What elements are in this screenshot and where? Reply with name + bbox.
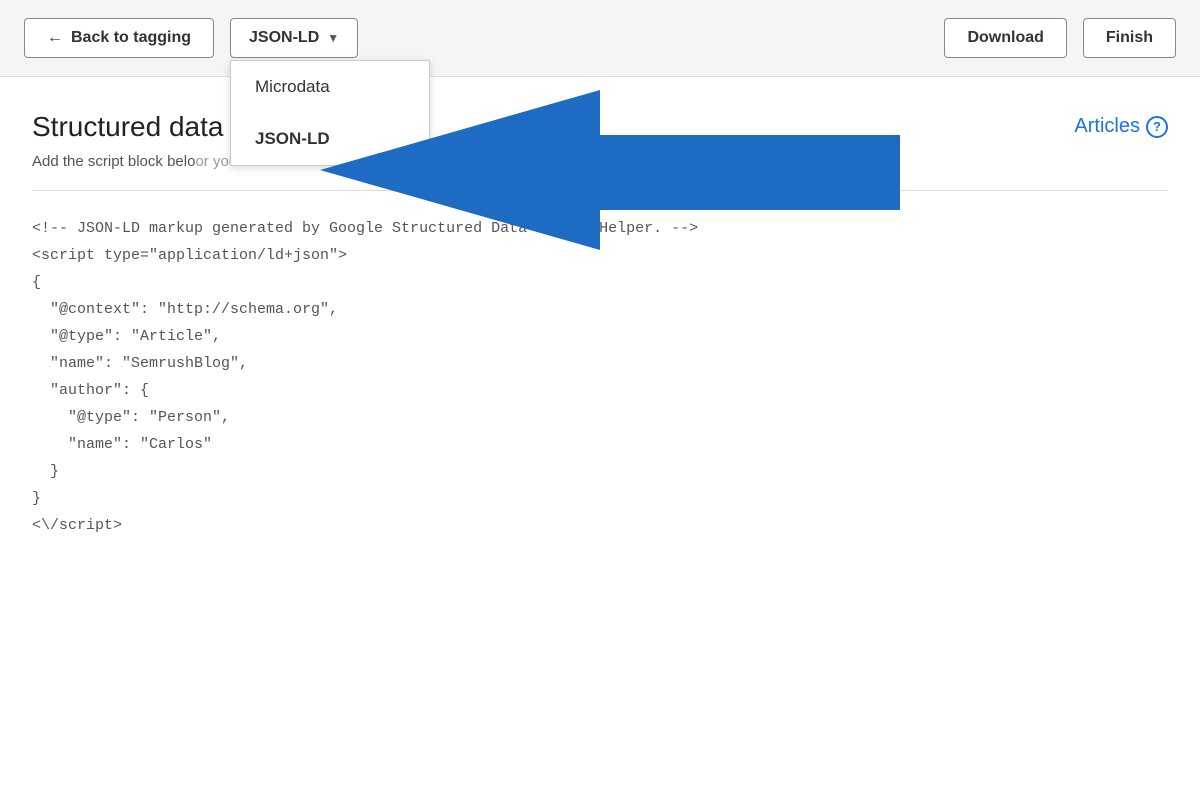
articles-link[interactable]: Articles ? — [1074, 115, 1168, 138]
help-icon[interactable]: ? — [1146, 116, 1168, 138]
back-button-label: Back to tagging — [71, 29, 191, 47]
main-content: Structured data as rl Articles ? Add the… — [0, 77, 1200, 563]
section-divider — [32, 190, 1168, 191]
dropdown-current-value: JSON-LD — [249, 29, 319, 47]
subtitle: Add the script block beloor your html. — [32, 153, 1168, 170]
dropdown-item-jsonld[interactable]: JSON-LD — [231, 113, 429, 165]
back-arrow-icon: ← — [47, 29, 63, 47]
download-button[interactable]: Download — [944, 18, 1066, 58]
dropdown-item-microdata[interactable]: Microdata — [231, 61, 429, 113]
content-header: Structured data as rl Articles ? — [32, 109, 1168, 145]
format-dropdown-button[interactable]: JSON-LD ▼ — [230, 18, 358, 58]
format-dropdown-wrapper: JSON-LD ▼ Microdata JSON-LD — [230, 18, 358, 58]
code-block: <!-- JSON-LD markup generated by Google … — [32, 215, 1168, 539]
dropdown-chevron-icon: ▼ — [327, 31, 339, 45]
format-dropdown-menu: Microdata JSON-LD — [230, 60, 430, 166]
toolbar: ← Back to tagging JSON-LD ▼ Microdata JS… — [0, 0, 1200, 77]
finish-button[interactable]: Finish — [1083, 18, 1176, 58]
back-to-tagging-button[interactable]: ← Back to tagging — [24, 18, 214, 58]
